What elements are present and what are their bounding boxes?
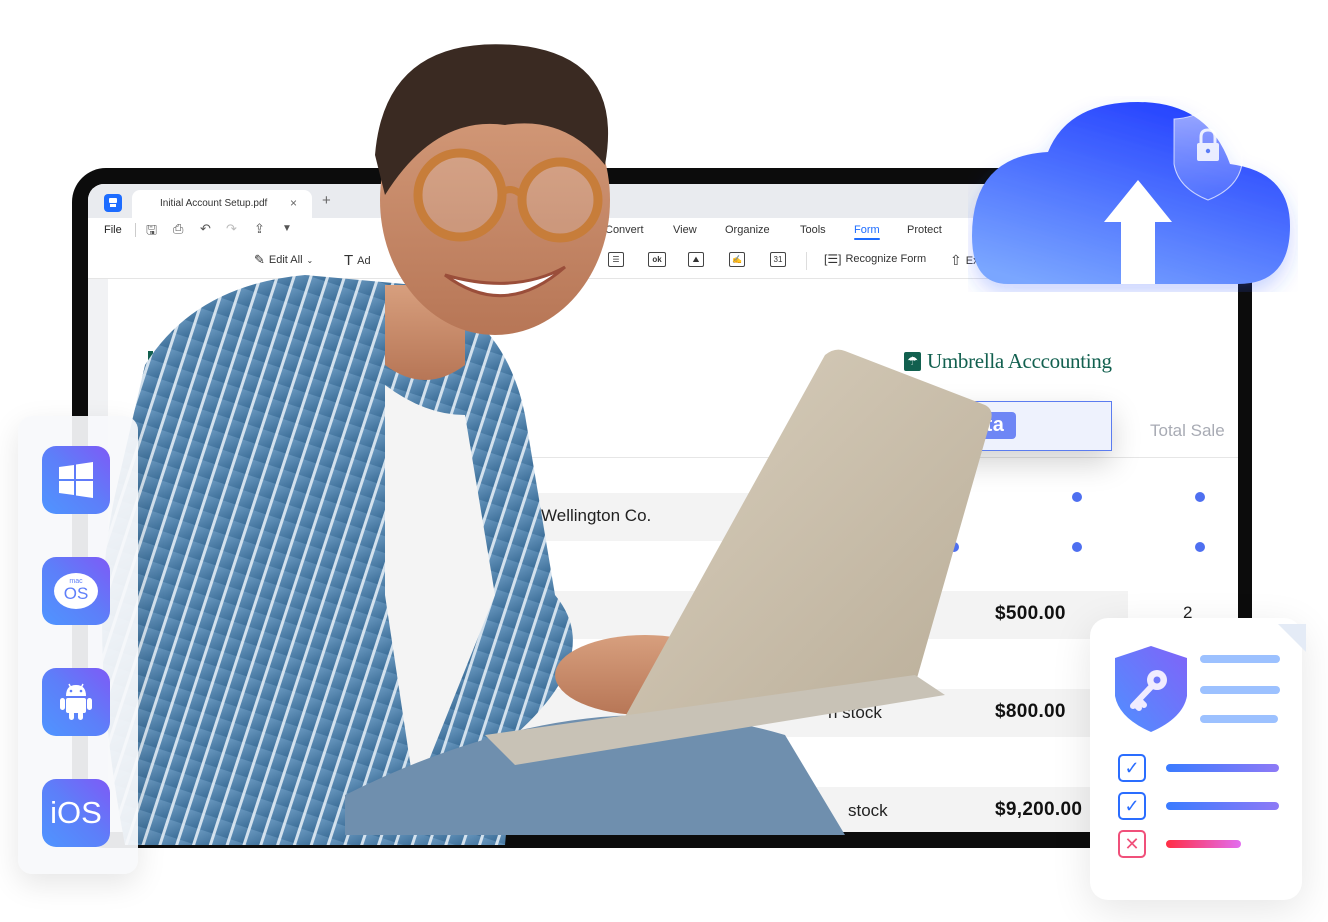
line-placeholder: [1166, 802, 1279, 810]
key-shield-icon: [1115, 646, 1187, 732]
line-placeholder: [1200, 655, 1280, 663]
checkmark-icon: ✓: [1124, 795, 1140, 816]
platform-panel: mac OS iOS: [18, 416, 138, 874]
android-icon: [60, 683, 92, 720]
resize-handle-top-right[interactable]: [1193, 490, 1207, 504]
line-placeholder: [1200, 686, 1280, 694]
page-fold-corner: [1278, 624, 1306, 652]
cross-icon: ✕: [1124, 833, 1140, 854]
resize-handle-bottom[interactable]: [1070, 540, 1084, 554]
resize-handle-top[interactable]: [1070, 490, 1084, 504]
checkmark-icon: ✓: [1124, 757, 1140, 778]
line-placeholder: [1166, 840, 1241, 848]
checkbox-rejected[interactable]: ✕: [1118, 830, 1146, 858]
platform-ios[interactable]: iOS: [42, 779, 110, 847]
checkbox-checked[interactable]: ✓: [1118, 792, 1146, 820]
platform-android[interactable]: [42, 668, 110, 736]
ios-icon: iOS: [50, 795, 102, 830]
platform-windows[interactable]: [42, 446, 110, 514]
checkbox-checked[interactable]: ✓: [1118, 754, 1146, 782]
column-header-total-sales: Total Sale: [1150, 421, 1225, 440]
resize-handle-bottom-right[interactable]: [1193, 540, 1207, 554]
cloud-upload-illustration: [972, 102, 1290, 284]
macos-icon: mac OS: [54, 573, 98, 609]
line-placeholder: [1200, 715, 1278, 723]
security-checklist-card: ✓ ✓ ✕: [1090, 618, 1302, 900]
windows-icon: [59, 462, 93, 498]
macos-bottom-text: OS: [63, 584, 89, 603]
platform-macos[interactable]: mac OS: [42, 557, 110, 625]
line-placeholder: [1166, 764, 1279, 772]
person-with-laptop-photo: [102, 44, 992, 845]
